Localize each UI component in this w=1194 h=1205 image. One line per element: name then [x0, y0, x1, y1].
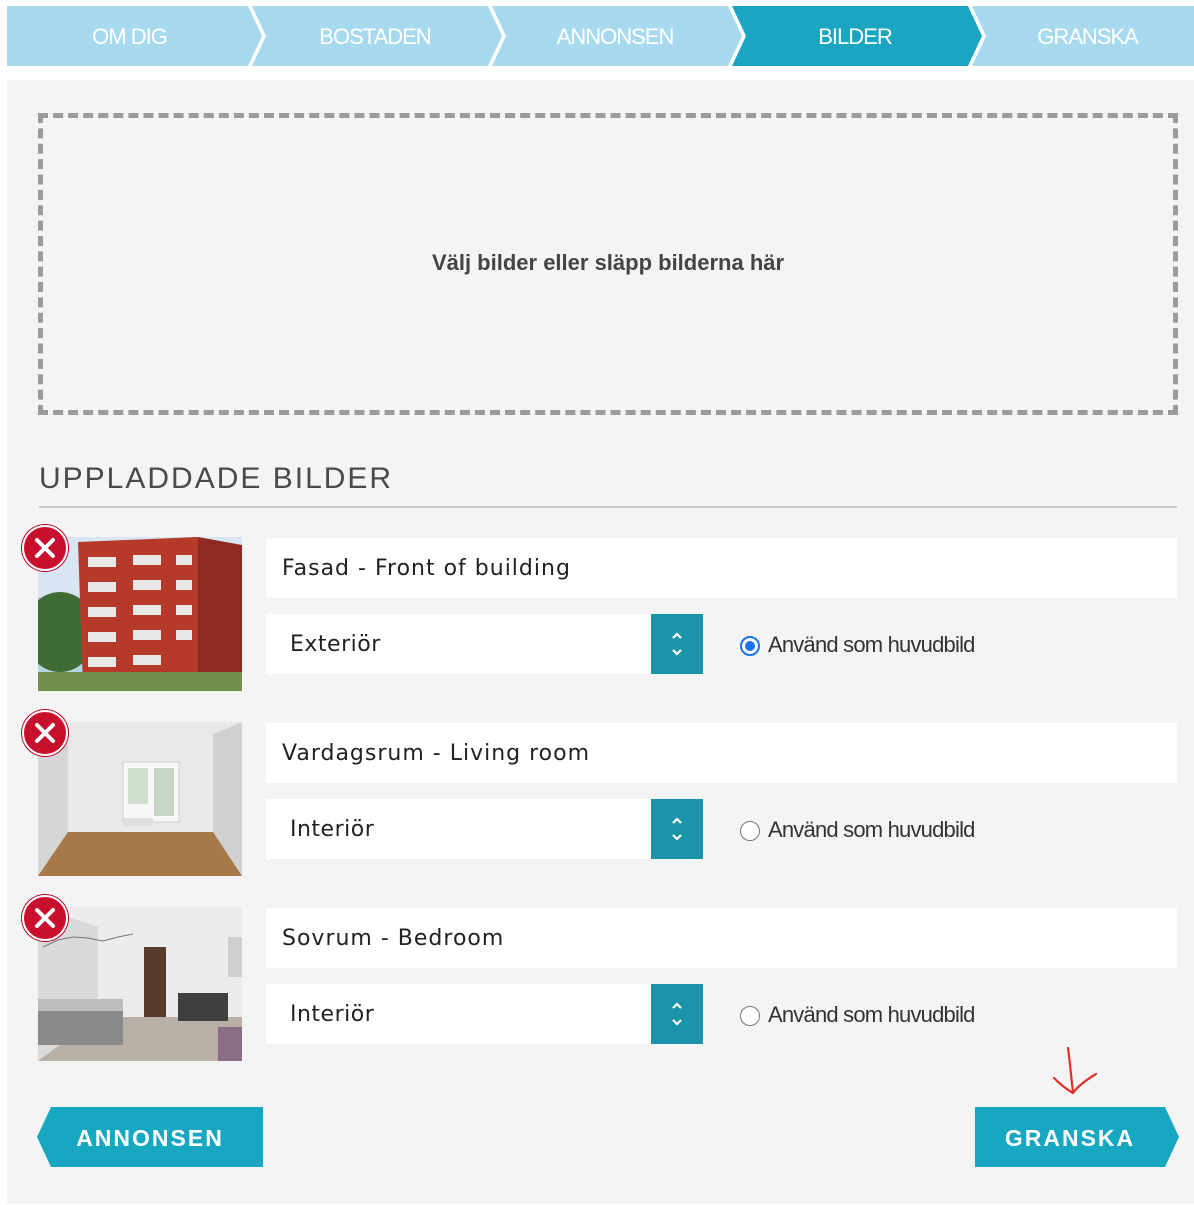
back-button-label: ANNONSEN — [76, 1125, 224, 1151]
main-image-label: Använd som huvudbild — [768, 1002, 975, 1027]
remove-image-button[interactable] — [22, 525, 68, 571]
image-dropzone[interactable]: Välj bilder eller släpp bilderna här — [38, 113, 1178, 415]
remove-image-button[interactable] — [22, 710, 68, 756]
select-arrows[interactable] — [651, 614, 703, 674]
step-om-dig[interactable]: OM DIG — [7, 6, 252, 66]
next-button-label: GRANSKA — [1004, 1125, 1136, 1151]
step-granska[interactable]: GRANSKA — [975, 6, 1194, 66]
close-icon — [35, 908, 55, 928]
image-row-2: Interiör Använd som huvudbild — [7, 710, 1194, 876]
radio-button[interactable] — [740, 1006, 760, 1026]
close-icon — [35, 723, 55, 743]
select-arrows[interactable] — [651, 984, 703, 1044]
radio-button[interactable] — [740, 636, 760, 656]
caption-input[interactable] — [266, 538, 1177, 598]
close-icon — [35, 538, 55, 558]
main-image-label: Använd som huvudbild — [768, 632, 975, 657]
caption-input[interactable] — [266, 723, 1177, 783]
image-row-3: Interiör Använd som huvudbild — [7, 895, 1194, 1061]
bedroom-photo-icon — [38, 907, 242, 1061]
updown-chevron-icon — [672, 632, 682, 656]
category-select[interactable]: Interiör — [266, 799, 703, 859]
updown-chevron-icon — [672, 1002, 682, 1026]
main-image-label: Använd som huvudbild — [768, 817, 975, 842]
back-button[interactable]: ANNONSEN — [37, 1107, 263, 1167]
image-row-1: Exteriör Använd som huvudbild — [7, 525, 1194, 691]
step-annonsen[interactable]: ANNONSEN — [495, 6, 735, 66]
red-arrow-annotation-icon — [1052, 1046, 1098, 1095]
building-photo-thumbnail — [38, 537, 242, 691]
uploaded-images-title: UPPLADDADE BILDER — [39, 462, 394, 495]
updown-chevron-icon — [672, 817, 682, 841]
dropzone-text: Välj bilder eller släpp bilderna här — [431, 250, 785, 275]
remove-image-button[interactable] — [22, 895, 68, 941]
step-bilder[interactable]: BILDER — [735, 6, 975, 66]
category-value: Interiör — [290, 817, 375, 842]
category-select[interactable]: Interiör — [266, 984, 703, 1044]
caption-input[interactable] — [266, 908, 1177, 968]
category-value: Exteriör — [290, 632, 381, 657]
living-room-photo-icon — [38, 722, 242, 876]
category-value: Interiör — [290, 1002, 375, 1027]
building-photo-icon — [38, 537, 242, 691]
living-room-photo-thumbnail — [38, 722, 242, 876]
category-select[interactable]: Exteriör — [266, 614, 703, 674]
radio-button[interactable] — [740, 821, 760, 841]
step-bostaden[interactable]: BOSTADEN — [255, 6, 495, 66]
section-divider — [39, 506, 1177, 508]
progress-steps: OM DIG BOSTADEN ANNONSEN BILDER GRANSKA — [7, 6, 1194, 66]
images-panel: Välj bilder eller släpp bilderna här UPP… — [7, 80, 1194, 1204]
next-button[interactable]: GRANSKA — [975, 1107, 1179, 1167]
select-arrows[interactable] — [651, 799, 703, 859]
bedroom-photo-thumbnail — [38, 907, 242, 1061]
